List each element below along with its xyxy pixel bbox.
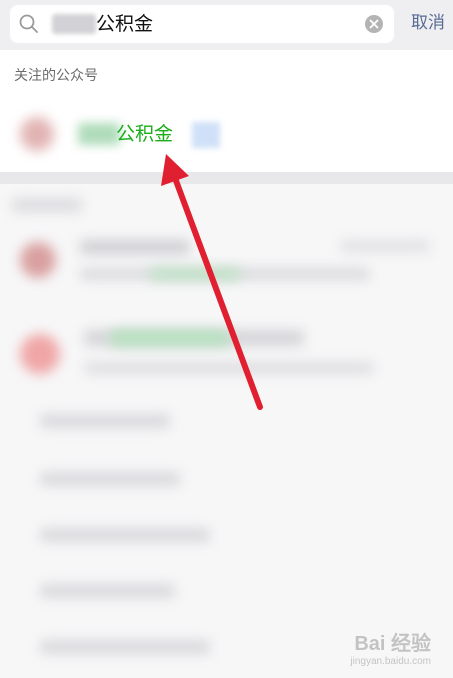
blurred-heading — [12, 198, 82, 212]
search-query-text: 公积金 — [96, 13, 154, 35]
account-name: 公积金 — [116, 123, 174, 145]
search-input[interactable]: 公积金 — [10, 5, 394, 43]
account-name-redacted — [78, 123, 120, 145]
clear-icon[interactable] — [364, 14, 384, 34]
blurred-list-item — [40, 472, 180, 486]
blurred-highlight — [110, 330, 230, 346]
blurred-avatar — [20, 334, 60, 374]
blurred-list-item — [40, 528, 210, 542]
watermark-logo: Bai 经验 — [354, 633, 431, 655]
cancel-button[interactable]: 取消 — [411, 12, 445, 34]
account-result-item[interactable]: 公积金 — [0, 97, 453, 172]
blurred-text — [80, 240, 190, 254]
section-title: 关注的公众号 — [14, 68, 98, 84]
blurred-text — [84, 362, 374, 374]
blurred-avatar — [20, 242, 56, 278]
search-header: 公积金 取消 — [0, 0, 453, 50]
watermark: Bai 经验 jingyan.baidu.com — [350, 632, 431, 668]
blurred-list-item — [40, 640, 210, 654]
watermark-url: jingyan.baidu.com — [350, 656, 431, 667]
search-icon — [19, 14, 38, 33]
blurred-results-list — [0, 184, 453, 678]
account-avatar — [20, 117, 54, 151]
account-badge-redacted — [192, 122, 220, 148]
blurred-list-item — [40, 584, 175, 598]
section-gap — [0, 172, 453, 184]
blurred-highlight — [150, 268, 240, 280]
blurred-list-item — [40, 414, 170, 428]
query-redacted — [52, 14, 96, 34]
blurred-text — [340, 240, 430, 252]
